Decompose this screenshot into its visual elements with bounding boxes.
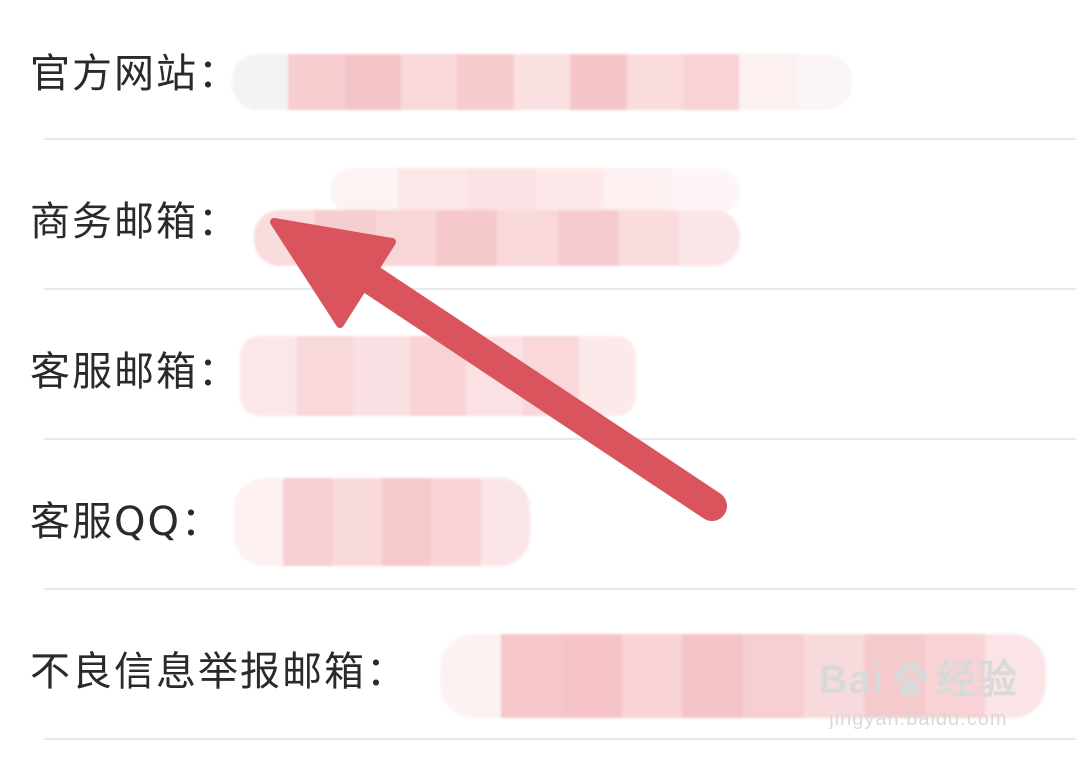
divider [44,588,1076,590]
label-service-email: 客服邮箱： [30,349,240,395]
redacted-official-website-value [232,54,852,110]
redacted-service-email-value [240,336,636,416]
row-service-qq: 客服QQ： [0,450,1076,600]
redacted-service-qq-value [234,478,530,566]
divider [44,138,1076,140]
redacted-business-email-value [254,210,740,266]
watermark-brand: Bai 经验 [819,660,1018,700]
watermark-brand-left: Bai [818,658,884,702]
baidu-watermark: Bai 经验 jingyan.baidu.com [819,660,1018,731]
label-business-email: 商务邮箱： [30,199,240,245]
redacted-business-email-value-top [330,168,740,214]
label-report-email: 不良信息举报邮箱： [30,649,408,695]
watermark-url: jingyan.baidu.com [829,708,1008,730]
divider [44,438,1076,440]
baidu-paw-icon [894,661,927,696]
screenshot-page: 官方网站： 商务邮箱： 客服邮箱： 客服QQ： 不良信息举报邮箱： Bai 经验… [0,0,1076,772]
watermark-brand-right: 经验 [936,658,1018,702]
divider [44,288,1076,290]
label-official-website: 官方网站： [30,51,240,97]
divider [44,738,1076,740]
label-service-qq: 客服QQ： [30,499,223,545]
